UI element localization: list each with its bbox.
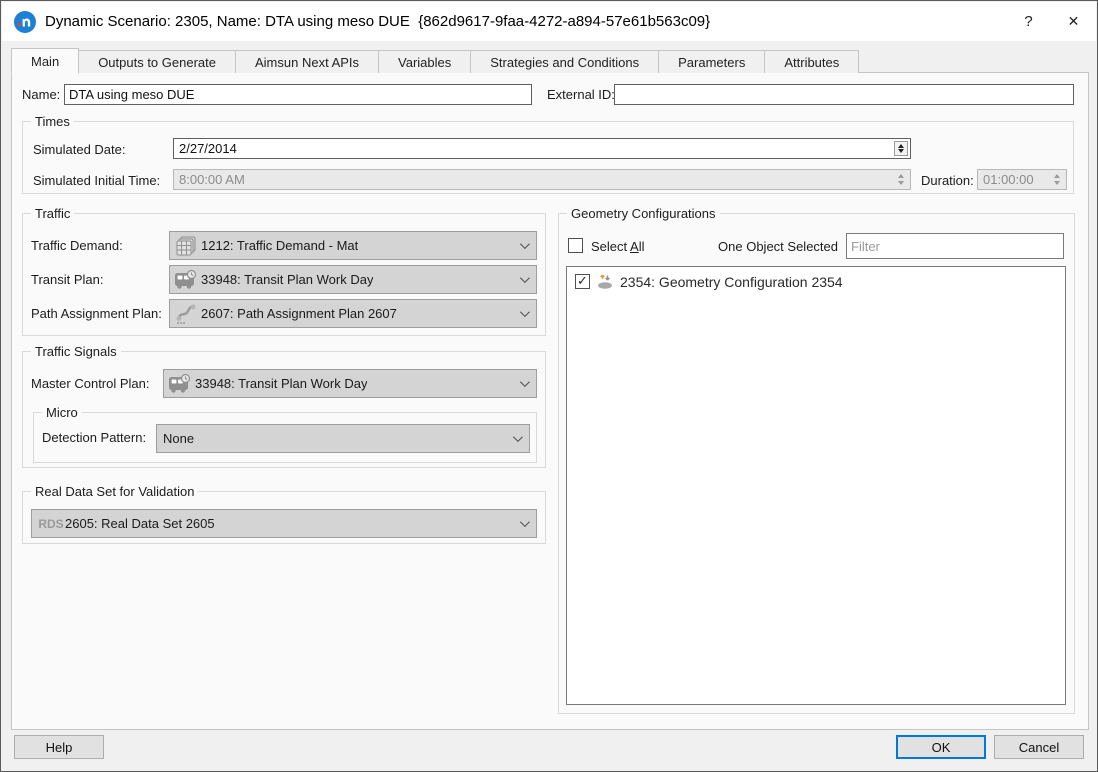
traffic-demand-matrix-icon [174,234,198,258]
master-control-plan-bus-icon [168,372,192,396]
real-data-set-group: Real Data Set for Validation RDS 2605: R… [22,491,546,544]
real-data-set-combo[interactable]: RDS 2605: Real Data Set 2605 [31,509,537,538]
tab-outputs-to-generate[interactable]: Outputs to Generate [78,50,236,73]
spin-down-icon [1054,181,1060,185]
duration-value: 01:00:00 [983,172,1034,187]
help-caption-button[interactable]: ? [1006,2,1051,41]
times-group: Times Simulated Date: 2/27/2014 Simulate… [22,121,1074,194]
question-icon: ? [1024,13,1032,30]
master-control-plan-combo[interactable]: 33948: Transit Plan Work Day [163,369,537,398]
master-control-plan-value: 33948: Transit Plan Work Day [195,376,367,391]
tab-main[interactable]: Main [11,48,79,74]
path-assignment-plan-combo[interactable]: 2607: Path Assignment Plan 2607 [169,299,537,328]
external-id-label: External ID: [547,87,615,102]
simulated-initial-time-value: 8:00:00 AM [179,172,245,187]
path-assignment-plan-label: Path Assignment Plan: [31,306,162,321]
spin-up-icon [1054,174,1060,178]
tab-strategies-and-conditions[interactable]: Strategies and Conditions [470,50,659,73]
simulated-initial-time-input: 8:00:00 AM [173,169,911,190]
spin-down-icon [898,181,904,185]
traffic-signals-group: Traffic Signals Master Control Plan: 339… [22,351,546,468]
simulated-initial-time-label: Simulated Initial Time: [33,173,160,188]
dynamic-scenario-dialog: Dynamic Scenario: 2305, Name: DTA using … [0,0,1098,772]
traffic-demand-label: Traffic Demand: [31,238,123,253]
select-all-label: Select All [591,239,644,254]
window-title: Dynamic Scenario: 2305, Name: DTA using … [45,13,710,30]
micro-group: Micro Detection Pattern: None [33,412,537,463]
tab-variables[interactable]: Variables [378,50,471,73]
duration-label: Duration: [921,173,974,188]
detection-pattern-combo[interactable]: None [156,424,530,453]
transit-plan-bus-icon [174,268,198,292]
chevron-down-icon [503,435,529,442]
cancel-button[interactable]: Cancel [994,735,1084,759]
rds-icon: RDS [36,512,66,536]
path-assignment-icon [174,302,198,326]
traffic-group: Traffic Traffic Demand: 1212: Traffic De… [22,213,546,336]
traffic-demand-combo[interactable]: 1212: Traffic Demand - Mat [169,231,537,260]
help-button[interactable]: Help [14,735,104,759]
chevron-down-icon [510,380,536,387]
geometry-configuration-icon [596,273,614,290]
master-control-plan-label: Master Control Plan: [31,376,150,391]
title-bar: Dynamic Scenario: 2305, Name: DTA using … [2,2,1096,41]
aimsun-app-icon [14,11,36,33]
transit-plan-combo[interactable]: 33948: Transit Plan Work Day [169,265,537,294]
ok-button[interactable]: OK [896,735,986,759]
chevron-down-icon [510,276,536,283]
close-button[interactable]: ✕ [1051,2,1096,41]
external-id-input[interactable] [614,84,1074,105]
real-data-set-value: 2605: Real Data Set 2605 [65,516,215,531]
select-all-checkbox[interactable] [568,238,583,253]
traffic-demand-value: 1212: Traffic Demand - Mat [201,238,358,253]
chevron-down-icon [510,310,536,317]
spin-up-icon [898,174,904,178]
simulated-initial-time-spinner [895,170,907,189]
tab-bar: Main Outputs to Generate Aimsun Next API… [11,48,859,73]
close-icon: ✕ [1068,13,1080,30]
filter-input[interactable] [846,233,1064,259]
traffic-group-title: Traffic [31,206,74,221]
list-item-label: 2354: Geometry Configuration 2354 [620,274,843,290]
tab-aimsun-next-apis[interactable]: Aimsun Next APIs [235,50,379,73]
list-item[interactable]: ✓ 2354: Geometry Configuration 2354 [567,267,1065,290]
check-icon: ✓ [577,274,588,287]
duration-spinner [1051,170,1063,189]
geometry-configurations-list[interactable]: ✓ 2354: Geometry Configuration 2354 [566,266,1066,705]
geometry-configurations-group: Geometry Configurations Select All One O… [558,213,1075,714]
chevron-down-icon [510,520,536,527]
real-data-set-group-title: Real Data Set for Validation [31,484,198,499]
tab-parameters[interactable]: Parameters [658,50,765,73]
spin-up-icon[interactable] [898,144,904,148]
duration-input: 01:00:00 [977,169,1067,190]
transit-plan-value: 33948: Transit Plan Work Day [201,272,373,287]
detection-pattern-label: Detection Pattern: [42,430,146,445]
simulated-date-label: Simulated Date: [33,142,126,157]
simulated-date-spinner[interactable] [894,141,908,156]
micro-group-title: Micro [42,405,82,420]
traffic-signals-group-title: Traffic Signals [31,344,121,359]
selection-status-text: One Object Selected [718,239,838,254]
chevron-down-icon [510,242,536,249]
transit-plan-label: Transit Plan: [31,272,104,287]
simulated-date-value: 2/27/2014 [179,141,237,156]
main-tab-pane: Name: External ID: Times Simulated Date:… [11,72,1089,730]
simulated-date-input[interactable]: 2/27/2014 [173,138,911,159]
spin-down-icon[interactable] [898,149,904,153]
item-checkbox[interactable]: ✓ [575,274,590,289]
name-label: Name: [22,87,60,102]
detection-pattern-value: None [163,431,194,446]
name-input[interactable] [64,84,532,105]
geometry-configurations-group-title: Geometry Configurations [567,206,720,221]
path-assignment-plan-value: 2607: Path Assignment Plan 2607 [201,306,397,321]
times-group-title: Times [31,114,74,129]
tab-attributes[interactable]: Attributes [764,50,859,73]
